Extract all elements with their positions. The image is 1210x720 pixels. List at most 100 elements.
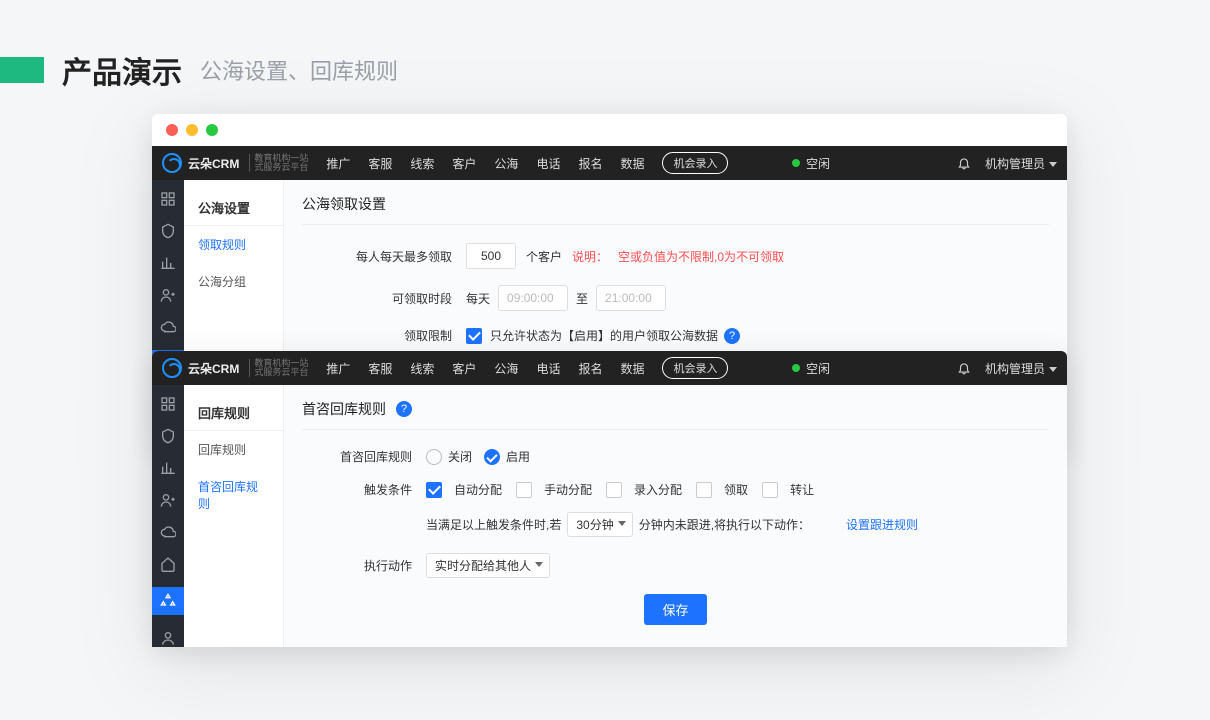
rail-cloud-icon[interactable] bbox=[159, 523, 177, 541]
brand-tagline: 教育机构一站式服务云平台 bbox=[249, 154, 308, 172]
top-nav: 推广 客服 线索 客户 公海 电话 报名 数据 机会录入 bbox=[326, 357, 728, 379]
rail-person-icon[interactable] bbox=[159, 629, 177, 647]
role-label[interactable]: 机构管理员 bbox=[985, 155, 1057, 172]
section-title: 首咨回库规则 ? bbox=[302, 399, 1049, 430]
bell-icon[interactable] bbox=[957, 361, 971, 375]
label-action: 执行动作 bbox=[302, 557, 412, 574]
close-dot-icon[interactable] bbox=[166, 124, 178, 136]
status-label: 空闲 bbox=[806, 360, 830, 377]
row-daily-limit: 每人每天最多领取 个客户 说明： 空或负值为不限制,0为不可领取 bbox=[302, 243, 1049, 269]
row-enable-rule: 首咨回库规则 关闭 启用 bbox=[302, 448, 1049, 465]
nav-item[interactable]: 电话 bbox=[536, 155, 560, 172]
nav-item[interactable]: 客服 bbox=[368, 360, 392, 377]
checkbox-enabled-users[interactable] bbox=[466, 328, 482, 344]
nav-item[interactable]: 客户 bbox=[452, 360, 476, 377]
nav-item[interactable]: 电话 bbox=[536, 360, 560, 377]
label-enable-rule: 首咨回库规则 bbox=[302, 448, 412, 465]
sidebar-title: 公海设置 bbox=[184, 190, 283, 226]
agent-status[interactable]: 空闲 bbox=[792, 155, 830, 172]
save-button[interactable]: 保存 bbox=[644, 594, 706, 625]
sidebar-item-claim-rules[interactable]: 领取规则 bbox=[184, 226, 283, 263]
page-title: 产品演示 bbox=[62, 48, 182, 92]
agent-status[interactable]: 空闲 bbox=[792, 360, 830, 377]
opportunity-entry-button[interactable]: 机会录入 bbox=[662, 357, 728, 379]
brand-logo[interactable]: 云朵CRM 教育机构一站式服务云平台 bbox=[162, 153, 308, 173]
input-daily-limit[interactable] bbox=[466, 243, 516, 269]
chk-claim[interactable] bbox=[696, 482, 712, 498]
icon-rail bbox=[152, 385, 184, 647]
help-icon[interactable]: ? bbox=[724, 328, 740, 344]
trigger-text-post: 分钟内未跟进,将执行以下动作： bbox=[639, 516, 810, 533]
rail-dashboard-icon[interactable] bbox=[159, 190, 177, 208]
rail-shield-icon[interactable] bbox=[159, 222, 177, 240]
brand-logo[interactable]: 云朵CRM 教育机构一站式服务云平台 bbox=[162, 358, 308, 378]
radio-off-label: 关闭 bbox=[448, 448, 472, 465]
rail-dashboard-icon[interactable] bbox=[159, 395, 177, 413]
help-icon[interactable]: ? bbox=[396, 401, 412, 417]
chk-manual-assign[interactable] bbox=[516, 482, 532, 498]
page-header: 产品演示 公海设置、回库规则 bbox=[0, 0, 1210, 104]
rail-recycle-icon[interactable] bbox=[152, 587, 184, 615]
chevron-down-icon bbox=[1049, 162, 1057, 167]
maximize-dot-icon[interactable] bbox=[206, 124, 218, 136]
nav-item[interactable]: 报名 bbox=[578, 155, 602, 172]
input-start-time[interactable] bbox=[498, 285, 568, 311]
nav-item[interactable]: 报名 bbox=[578, 360, 602, 377]
nav-item[interactable]: 数据 bbox=[620, 155, 644, 172]
select-action[interactable]: 实时分配给其他人 bbox=[426, 553, 550, 578]
radio-on-label: 启用 bbox=[506, 448, 530, 465]
nav-item[interactable]: 推广 bbox=[326, 155, 350, 172]
unit-text: 个客户 bbox=[526, 248, 562, 265]
rail-cloud-icon[interactable] bbox=[159, 318, 177, 336]
opportunity-entry-button[interactable]: 机会录入 bbox=[662, 152, 728, 174]
note-prefix: 说明： bbox=[572, 248, 608, 265]
status-label: 空闲 bbox=[806, 155, 830, 172]
role-label[interactable]: 机构管理员 bbox=[985, 360, 1057, 377]
bell-icon[interactable] bbox=[957, 156, 971, 170]
brand-name: 云朵CRM bbox=[188, 155, 239, 172]
nav-item[interactable]: 公海 bbox=[494, 360, 518, 377]
minimize-dot-icon[interactable] bbox=[186, 124, 198, 136]
row-action: 执行动作 实时分配给其他人 bbox=[302, 553, 1049, 578]
sidebar-item-first-consult-rules[interactable]: 首咨回库规则 bbox=[184, 468, 283, 522]
window-return-rules: 云朵CRM 教育机构一站式服务云平台 推广 客服 线索 客户 公海 电话 报名 … bbox=[152, 351, 1067, 647]
sidebar-item-pool-groups[interactable]: 公海分组 bbox=[184, 263, 283, 300]
save-row: 保存 bbox=[302, 594, 1049, 625]
status-dot-icon bbox=[792, 364, 800, 372]
radio-off[interactable] bbox=[426, 449, 442, 465]
rail-user-icon[interactable] bbox=[159, 491, 177, 509]
sidebar-item-return-rules[interactable]: 回库规则 bbox=[184, 431, 283, 468]
cloud-logo-icon bbox=[162, 153, 182, 173]
chevron-down-icon bbox=[1049, 367, 1057, 372]
restrict-text: 只允许状态为【启用】的用户领取公海数据 bbox=[490, 327, 718, 344]
rail-stats-icon[interactable] bbox=[159, 254, 177, 272]
nav-item[interactable]: 线索 bbox=[410, 155, 434, 172]
status-dot-icon bbox=[792, 159, 800, 167]
brand-tagline: 教育机构一站式服务云平台 bbox=[249, 359, 308, 377]
row-trigger: 触发条件 自动分配 手动分配 录入分配 领取 转让 当满足以上触发条件时,若 3… bbox=[302, 481, 1049, 537]
nav-item[interactable]: 客服 bbox=[368, 155, 392, 172]
chk-transfer[interactable] bbox=[762, 482, 778, 498]
nav-item[interactable]: 数据 bbox=[620, 360, 644, 377]
rail-shield-icon[interactable] bbox=[159, 427, 177, 445]
nav-item[interactable]: 客户 bbox=[452, 155, 476, 172]
label-daily-limit: 每人每天最多领取 bbox=[302, 248, 452, 265]
rail-stats-icon[interactable] bbox=[159, 459, 177, 477]
sidebar-title: 回库规则 bbox=[184, 395, 283, 431]
nav-item[interactable]: 推广 bbox=[326, 360, 350, 377]
link-followup-rules[interactable]: 设置跟进规则 bbox=[846, 516, 918, 533]
to-label: 至 bbox=[576, 290, 588, 307]
radio-on[interactable] bbox=[484, 449, 500, 465]
select-duration[interactable]: 30分钟 bbox=[567, 512, 632, 537]
section-title: 公海领取设置 bbox=[302, 194, 1049, 225]
row-time-range: 可领取时段 每天 至 bbox=[302, 285, 1049, 311]
rail-home-icon[interactable] bbox=[159, 555, 177, 573]
nav-item[interactable]: 线索 bbox=[410, 360, 434, 377]
chk-auto-assign[interactable] bbox=[426, 482, 442, 498]
note-text: 空或负值为不限制,0为不可领取 bbox=[618, 248, 784, 265]
input-end-time[interactable] bbox=[596, 285, 666, 311]
trigger-text-pre: 当满足以上触发条件时,若 bbox=[426, 516, 561, 533]
chk-entry-assign[interactable] bbox=[606, 482, 622, 498]
nav-item[interactable]: 公海 bbox=[494, 155, 518, 172]
rail-user-icon[interactable] bbox=[159, 286, 177, 304]
